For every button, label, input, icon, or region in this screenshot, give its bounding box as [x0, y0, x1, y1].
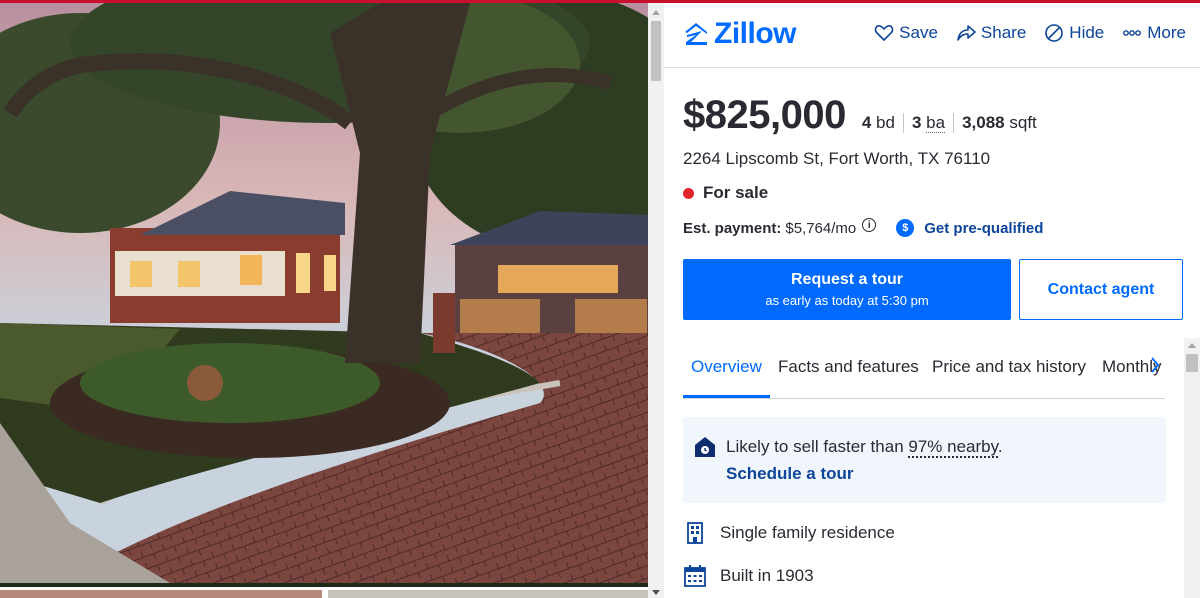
callout-suffix: .	[997, 437, 1003, 456]
sqft-label: sqft	[1009, 113, 1037, 132]
tab-overview[interactable]: Overview	[691, 357, 762, 377]
section-tabs: Overview Facts and features Price and ta…	[683, 339, 1165, 399]
status-label: For sale	[703, 183, 769, 202]
baths-stat[interactable]: 3 ba	[902, 113, 953, 133]
payment-label: Est. payment:	[683, 219, 782, 237]
heart-icon	[874, 25, 894, 42]
request-tour-title: Request a tour	[790, 271, 903, 288]
zillow-logo[interactable]: Zillow	[682, 17, 797, 51]
save-button[interactable]: Save	[874, 23, 938, 43]
share-button[interactable]: Share	[956, 23, 1026, 43]
listing-price: $825,000	[683, 93, 846, 137]
status-dot-icon	[683, 187, 694, 199]
scroll-up-arrow[interactable]	[1188, 343, 1196, 348]
listing-panel: Zillow Save Share Hide More $825,000 4 b…	[664, 3, 1200, 598]
prequal-label: Get pre-qualified	[924, 219, 1044, 237]
request-tour-button[interactable]: Request a tour as early as today at 5:30…	[683, 259, 1011, 320]
thumbnail-1[interactable]	[0, 590, 322, 598]
request-tour-subtitle: as early as today at 5:30 pm	[765, 293, 929, 308]
listing-address: 2264 Lipscomb St, Fort Worth, TX 76110	[683, 149, 991, 168]
active-tab-indicator	[683, 395, 770, 398]
thumbnail-2[interactable]	[328, 590, 648, 598]
brand-name: Zillow	[714, 17, 797, 50]
photo-gallery[interactable]	[0, 3, 648, 598]
building-icon	[687, 522, 703, 544]
header-actions: Save Share Hide More	[874, 23, 1186, 43]
fact-home-type: Single family residence	[683, 521, 895, 545]
scroll-down-arrow[interactable]	[652, 590, 660, 595]
scrollbar-thumb[interactable]	[651, 21, 661, 81]
info-icon[interactable]: i	[862, 218, 877, 232]
share-icon	[957, 25, 976, 41]
price-row: $825,000 4 bd 3 ba 3,088 sqft	[683, 93, 1045, 138]
chevron-right-icon[interactable]	[1149, 355, 1161, 375]
payment-value: $5,764/mo	[785, 219, 857, 237]
scroll-up-arrow[interactable]	[652, 10, 660, 15]
details-scrollbar[interactable]	[1184, 338, 1200, 598]
more-icon	[1123, 30, 1142, 36]
more-label: More	[1147, 23, 1186, 42]
fact-year-built: Built in 1903	[683, 564, 814, 588]
estimated-payment: Est. payment: $5,764/mo i $ Get pre-qual…	[683, 218, 1043, 237]
zillow-logo-icon	[685, 23, 707, 45]
hide-icon	[1045, 24, 1064, 42]
baths-value: 3	[911, 113, 922, 132]
sqft-value: 3,088	[962, 113, 1005, 132]
callout-prefix: Likely to sell faster than	[726, 437, 909, 456]
sell-faster-callout: Likely to sell faster than 97% nearby. S…	[683, 417, 1166, 503]
listing-status: For sale	[683, 183, 768, 203]
photo-scrollbar[interactable]	[648, 3, 664, 598]
baths-label: ba	[926, 113, 946, 133]
sell-faster-message: Likely to sell faster than 97% nearby.	[726, 437, 1003, 458]
contact-agent-button[interactable]: Contact agent	[1019, 259, 1183, 320]
tab-price-and-tax-history[interactable]: Price and tax history	[932, 357, 1086, 377]
beds-label: bd	[876, 113, 895, 132]
home-clock-icon	[695, 437, 715, 457]
share-label: Share	[980, 23, 1027, 42]
fact-year-built-text: Built in 1903	[720, 566, 814, 585]
beds-stat: 4 bd	[862, 113, 903, 133]
more-button[interactable]: More	[1122, 23, 1186, 43]
tab-facts-and-features[interactable]: Facts and features	[778, 357, 919, 377]
home-stats: 4 bd 3 ba 3,088 sqft	[862, 113, 1045, 133]
dollar-icon: $	[896, 219, 915, 237]
beds-value: 4	[861, 113, 872, 132]
thumbnail-strip	[0, 587, 648, 598]
hide-button[interactable]: Hide	[1044, 23, 1104, 43]
calendar-icon	[684, 565, 706, 587]
panel-header: Zillow Save Share Hide More	[664, 3, 1200, 68]
hide-label: Hide	[1069, 23, 1105, 42]
save-label: Save	[899, 23, 938, 42]
property-photo[interactable]	[0, 3, 648, 583]
callout-highlight[interactable]: 97% nearby	[908, 437, 998, 458]
schedule-tour-link[interactable]: Schedule a tour	[726, 464, 854, 484]
sqft-stat: 3,088 sqft	[953, 113, 1045, 133]
scrollbar-thumb[interactable]	[1186, 354, 1198, 372]
get-prequalified-link[interactable]: $ Get pre-qualified	[896, 219, 1043, 237]
fact-home-type-text: Single family residence	[720, 523, 895, 542]
